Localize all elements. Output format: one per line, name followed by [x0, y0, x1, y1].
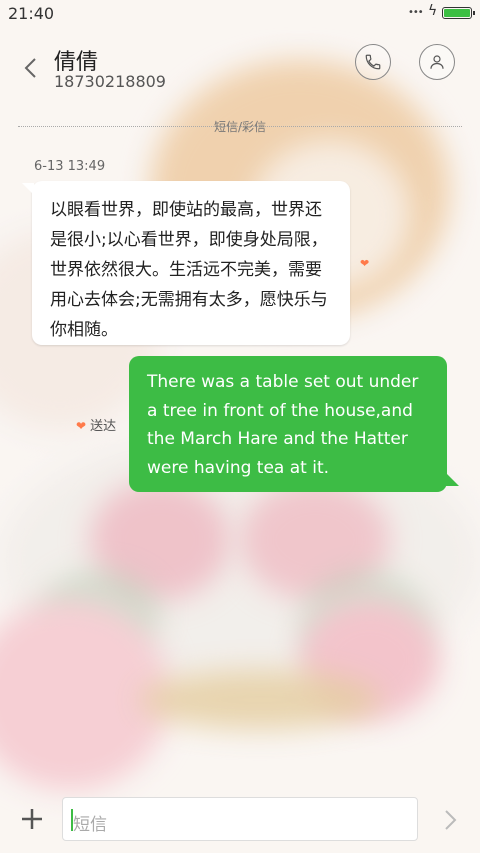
message-input[interactable]: 短信 — [62, 797, 418, 841]
message-timestamp: 6-13 13:49 — [34, 159, 106, 174]
compose-bar: 短信 — [0, 793, 480, 853]
add-attachment-button[interactable] — [18, 805, 46, 833]
back-button[interactable] — [20, 54, 44, 82]
person-icon — [430, 55, 444, 69]
status-bar: 21:40 ••• ϟ — [0, 0, 480, 28]
charging-bolt-icon: ϟ — [428, 3, 438, 19]
chevron-right-icon — [445, 810, 457, 830]
chevron-left-icon — [24, 58, 36, 78]
status-time: 21:40 — [8, 4, 55, 23]
message-type-label: 短信/彩信 — [0, 118, 480, 135]
message-type-label-text: 短信/彩信 — [213, 120, 267, 134]
outgoing-message-bubble[interactable]: There was a table set out under a tree i… — [129, 356, 459, 492]
send-button[interactable] — [440, 807, 460, 833]
heart-icon: ❤ — [76, 419, 87, 433]
battery-icon — [442, 7, 475, 19]
signal-dots-icon: ••• — [408, 7, 424, 18]
delivery-status: ❤ 送达 — [76, 415, 116, 434]
delivery-status-text: 送达 — [90, 419, 117, 434]
call-button[interactable] — [355, 44, 391, 80]
battery-fill — [444, 9, 470, 17]
incoming-message-bubble[interactable]: 以眼看世界，即使站的最高，世界还是很小;以心看世界，即使身处局限，世界依然很大。… — [22, 181, 350, 345]
conversation-header: 倩倩 18730218809 — [0, 28, 480, 118]
contact-phone-number: 18730218809 — [54, 72, 166, 91]
heart-icon: ❤ — [360, 257, 370, 270]
phone-icon — [365, 54, 381, 70]
message-input-placeholder: 短信 — [73, 815, 107, 835]
plus-icon — [22, 809, 42, 829]
contact-info-button[interactable] — [419, 44, 455, 80]
